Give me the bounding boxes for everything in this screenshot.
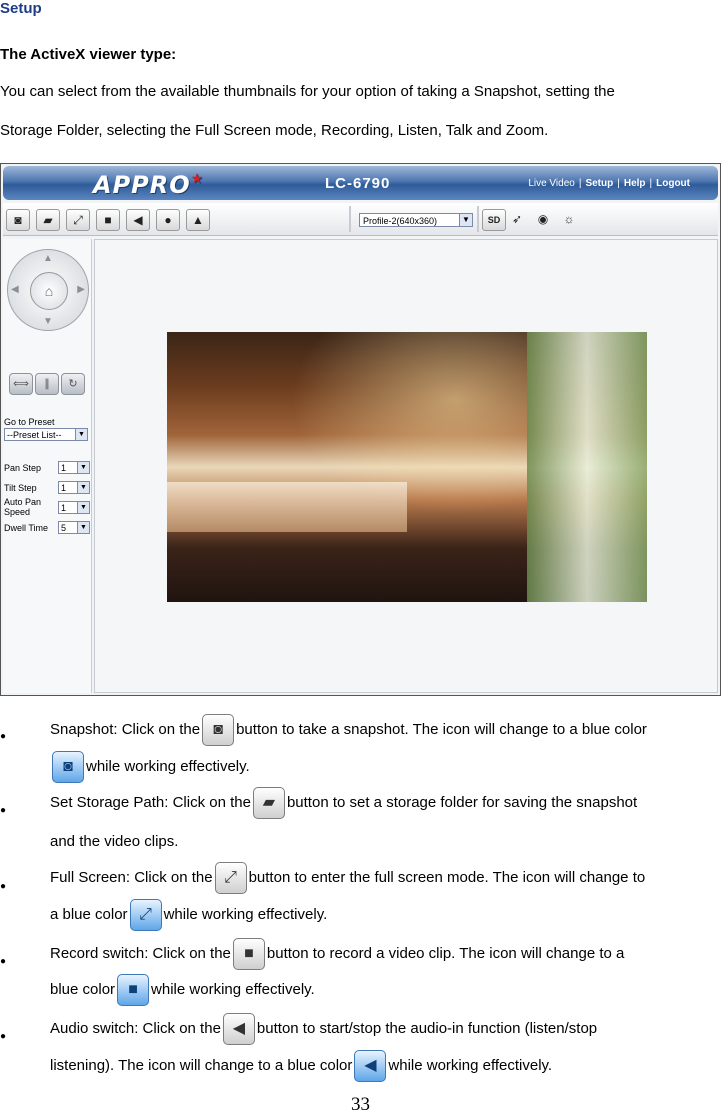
viewer-screenshot: APPRO★ LC-6790 Live Video | Setup | Help | Log… <box>0 163 721 696</box>
video-area[interactable] <box>94 239 718 693</box>
alarm-icon[interactable]: ☼ <box>558 209 580 229</box>
folder-icon[interactable]: ▰ <box>36 209 60 231</box>
chevron-down-icon: ▼ <box>77 522 89 533</box>
bullet-audio-line2: listening). The icon will change to a bl… <box>50 1050 552 1082</box>
arrow-up-icon[interactable]: ▲ <box>43 253 53 264</box>
model-name: LC-6790 <box>325 175 391 192</box>
fullscreen-blue-icon: ⤢ <box>129 899 162 931</box>
go-to-preset-label: Go to Preset <box>4 417 55 427</box>
chevron-down-icon: ▼ <box>77 502 89 513</box>
record-icon: ■ <box>232 938 265 970</box>
record-icon[interactable]: ■ <box>96 209 120 231</box>
preset-select[interactable]: --Preset List-- ▼ <box>4 428 88 441</box>
chevron-down-icon: ▼ <box>75 429 87 440</box>
section-heading: Setup <box>0 0 42 17</box>
intro-line-1: You can select from the available thumbn… <box>0 83 615 100</box>
ptz-joystick[interactable]: ▲ ▼ ◀ ▶ ⌂ <box>7 249 89 331</box>
chevron-down-icon: ▼ <box>459 214 472 226</box>
nav-help[interactable]: Help <box>624 178 646 189</box>
viewer-toolbar: ◙ ▰ ⤢ ■ ◀ ● ▲ Profile-2(640x360) ▼ SD ➶ ◉… <box>3 203 718 236</box>
display-case <box>167 482 407 532</box>
chevron-down-icon: ▼ <box>77 462 89 473</box>
speaker-icon[interactable]: ◀ <box>126 209 150 231</box>
pan-step-select[interactable]: 1 ▼ <box>58 461 90 474</box>
arrow-right-icon[interactable]: ▶ <box>77 284 85 295</box>
subheading: The ActiveX viewer type: <box>0 46 177 63</box>
bullet-fullscreen-line2: a blue color ⤢ while working effectively. <box>50 899 327 931</box>
auto-pan-speed-label-2: Speed <box>4 507 31 517</box>
bullet-audio-line1: Audio switch: Click on the ◀ button to sta… <box>50 1013 597 1045</box>
tilt-step-label: Tilt Step <box>4 483 37 493</box>
zoom-center-icon[interactable]: ⌂ <box>30 272 68 310</box>
live-video-frame[interactable] <box>167 332 647 602</box>
auto-pan-speed-label: Auto Pan <box>4 497 42 507</box>
dwell-time-label: Dwell Time <box>4 523 49 533</box>
bullet-storage-line2: and the video clips. <box>50 833 179 850</box>
bullet-snapshot-line2: ◙ while working effectively. <box>50 751 250 783</box>
profile-select[interactable]: Profile-2(640x360) ▼ <box>359 213 473 227</box>
pause-icon[interactable]: ∥ <box>35 373 59 395</box>
microphone-icon[interactable]: ● <box>156 209 180 231</box>
nav-sep: | <box>578 178 582 189</box>
brand-logo: APPRO★ <box>93 171 205 199</box>
camera-icon[interactable]: ◙ <box>6 209 30 231</box>
arrow-down-icon[interactable]: ▼ <box>43 316 53 327</box>
nav-live-video[interactable]: Live Video <box>528 178 575 189</box>
camera-blue-icon: ◙ <box>52 751 84 783</box>
nav-sep: | <box>649 178 653 189</box>
folder-icon: ▰ <box>252 787 285 819</box>
bullet-record-line2: blue color ■ while working effectively. <box>50 974 315 1006</box>
sd-card-icon[interactable]: SD <box>482 209 506 231</box>
fullscreen-icon: ⤢ <box>214 862 247 894</box>
zoom-icon[interactable]: ▲ <box>186 209 210 231</box>
ptz-panel: ▲ ▼ ◀ ▶ ⌂ ⟺ ∥ ↻ Go to Preset --Preset Li… <box>3 239 92 693</box>
window-light <box>527 332 647 602</box>
page-number: 33 <box>351 1094 370 1115</box>
bullet-dot: ● <box>0 956 7 967</box>
auto-pan-speed-select[interactable]: 1 ▼ <box>58 501 90 514</box>
auto-pan-icon[interactable]: ⟺ <box>9 373 33 395</box>
bullet-storage-line1: Set Storage Path: Click on the ▰ button to… <box>50 787 637 819</box>
viewer-header: APPRO★ LC-6790 Live Video | Setup | Help | Log… <box>3 166 718 200</box>
intro-line-2: Storage Folder, selecting the Full Scree… <box>0 122 549 139</box>
pan-step-label: Pan Step <box>4 463 42 473</box>
nav-sep: | <box>617 178 620 189</box>
speaker-blue-icon: ◀ <box>354 1050 387 1082</box>
arrow-left-icon[interactable]: ◀ <box>11 284 19 295</box>
target-icon[interactable]: ◉ <box>532 209 554 229</box>
record-blue-icon: ■ <box>117 974 150 1006</box>
refresh-icon[interactable]: ↻ <box>61 373 85 395</box>
bullet-dot: ● <box>0 1031 7 1042</box>
toolbar-divider <box>477 206 479 232</box>
bullet-dot: ● <box>0 731 7 742</box>
bullet-dot: ● <box>0 881 7 892</box>
bullet-snapshot-line1: Snapshot: Click on the ◙ button to take a … <box>50 714 647 746</box>
top-nav: Live Video | Setup | Help | Logout <box>526 178 692 189</box>
camera-icon: ◙ <box>202 714 235 746</box>
chevron-down-icon: ▼ <box>77 482 89 493</box>
fullscreen-icon[interactable]: ⤢ <box>66 209 90 231</box>
toolbar-divider <box>349 206 351 232</box>
tilt-step-select[interactable]: 1 ▼ <box>58 481 90 494</box>
nav-setup[interactable]: Setup <box>585 178 613 189</box>
nav-logout[interactable]: Logout <box>656 178 690 189</box>
bullet-record-line1: Record switch: Click on the ■ button to re… <box>50 938 624 970</box>
dwell-time-select[interactable]: 5 ▼ <box>58 521 90 534</box>
speaker-icon: ◀ <box>222 1013 255 1045</box>
bullet-dot: ● <box>0 805 7 816</box>
motion-icon[interactable]: ➶ <box>506 209 528 229</box>
bullet-fullscreen-line1: Full Screen: Click on the ⤢ button to ente… <box>50 862 645 894</box>
